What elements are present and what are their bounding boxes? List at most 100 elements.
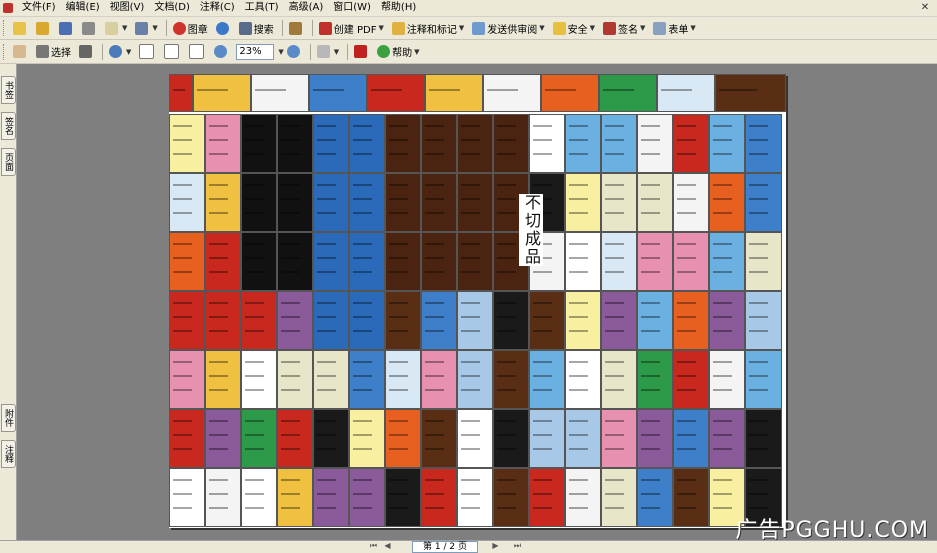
card-text-line — [641, 479, 660, 481]
first-page-icon[interactable]: ⏮ — [368, 541, 379, 551]
zoom-input[interactable]: 23% — [236, 43, 275, 60]
card-text-line — [425, 139, 444, 141]
tab-comments[interactable]: 注释 — [1, 440, 16, 468]
open-recent-button[interactable] — [33, 19, 54, 37]
card-text-line — [173, 479, 192, 481]
actual-size-button[interactable] — [136, 43, 159, 61]
menu-comments[interactable]: 注释(C) — [195, 0, 240, 16]
card-text-line — [209, 243, 228, 245]
card-text-line — [317, 434, 336, 436]
menu-tools[interactable]: 工具(T) — [240, 0, 284, 16]
card-thumbnail — [241, 114, 277, 173]
card-thumbnail — [541, 74, 599, 112]
web-button[interactable] — [213, 19, 234, 37]
zoom-tool-button[interactable]: ▼ — [106, 43, 134, 61]
card-text-line — [461, 184, 480, 186]
previous-page-icon[interactable]: ◀ — [382, 541, 393, 551]
card-thumbnail — [385, 409, 421, 468]
close-icon[interactable]: ✕ — [919, 2, 931, 13]
card-thumbnail — [565, 173, 601, 232]
tab-bookmarks[interactable]: 书签 — [1, 76, 16, 104]
organizer-button[interactable] — [286, 19, 307, 37]
card-thumbnail — [601, 232, 637, 291]
tab-pages[interactable]: 页面 — [1, 148, 16, 176]
review-button[interactable]: 发送供审阅 ▼ — [469, 19, 547, 37]
menu-edit[interactable]: 编辑(E) — [61, 0, 105, 16]
zoom-in-button[interactable] — [284, 43, 305, 61]
card-thumbnail — [277, 232, 313, 291]
card-text-line — [749, 330, 769, 332]
card-text-line — [197, 89, 228, 91]
card-text-line — [569, 139, 588, 141]
attach-button[interactable]: ▼ — [132, 19, 160, 37]
sign-button[interactable]: 签名 ▼ — [600, 19, 648, 37]
hand-tool-button[interactable] — [10, 43, 31, 61]
card-text-line — [533, 389, 552, 391]
card-text-line — [677, 448, 696, 450]
card-text-line — [209, 125, 228, 127]
card-text-line — [317, 153, 336, 155]
menu-document[interactable]: 文档(D) — [149, 0, 195, 16]
email-button[interactable]: ▼ — [102, 19, 130, 37]
card-text-line — [281, 198, 300, 200]
tab-attachments[interactable]: 附件 — [1, 404, 16, 432]
card-thumbnail — [313, 291, 349, 350]
card-text-line — [209, 507, 228, 509]
comment-button[interactable]: 注释和标记 ▼ — [389, 19, 467, 37]
security-button[interactable]: 安全 ▼ — [550, 19, 598, 37]
card-text-line — [713, 212, 732, 214]
menu-window[interactable]: 窗口(W) — [328, 0, 376, 16]
select-tool-button[interactable]: 选择 — [33, 43, 74, 61]
toolbar-separator — [309, 43, 311, 60]
document-viewport[interactable]: 不切成品 — [17, 64, 937, 540]
create-pdf-button[interactable]: 创建 PDF ▼ — [316, 19, 387, 37]
print-button[interactable] — [79, 19, 100, 37]
card-thumbnail — [709, 350, 745, 409]
next-page-icon[interactable]: ▶ — [490, 541, 501, 551]
card-text-line — [677, 243, 696, 245]
card-thumbnail — [637, 468, 673, 527]
card-thumbnail — [385, 291, 421, 350]
card-text-line — [677, 271, 696, 273]
yahoo-button[interactable] — [351, 43, 372, 61]
card-text-line — [425, 316, 444, 318]
menu-view[interactable]: 视图(V) — [105, 0, 150, 16]
card-text-line — [245, 448, 264, 450]
card-text-line — [245, 153, 264, 155]
toolbar-grip[interactable] — [3, 43, 7, 60]
card-text-line — [533, 479, 552, 481]
fit-page-button[interactable] — [161, 43, 184, 61]
menu-file[interactable]: 文件(F) — [17, 0, 61, 16]
card-text-line — [425, 198, 444, 200]
card-text-line — [389, 420, 408, 422]
forms-button[interactable]: 表单 ▼ — [650, 19, 698, 37]
snapshot-button[interactable] — [76, 43, 97, 61]
last-page-icon[interactable]: ⏭ — [512, 541, 523, 551]
picture-button[interactable]: 图章 — [170, 19, 211, 37]
card-text-line — [173, 389, 192, 391]
tab-signatures[interactable]: 签名 — [1, 112, 16, 140]
card-text-line — [461, 198, 480, 200]
rotate-button[interactable]: ▼ — [314, 43, 342, 61]
card-text-line — [497, 507, 516, 509]
help-button[interactable]: 帮助 ▼ — [374, 43, 422, 61]
card-text-line — [569, 257, 588, 259]
open-button[interactable] — [10, 19, 31, 37]
card-thumbnail — [385, 114, 421, 173]
card-thumbnail — [169, 232, 205, 291]
fit-width-button[interactable] — [186, 43, 209, 61]
toolbar-grip[interactable] — [3, 20, 7, 36]
card-text-line — [353, 125, 372, 127]
menu-help[interactable]: 帮助(H) — [376, 0, 421, 16]
card-text-line — [545, 89, 576, 91]
card-text-line — [605, 361, 624, 363]
card-text-line — [641, 493, 660, 495]
zoom-out-button[interactable] — [211, 43, 232, 61]
card-text-line — [425, 257, 444, 259]
card-text-line — [497, 375, 516, 377]
search-button[interactable]: 搜索 — [236, 19, 277, 37]
rotate-icon — [316, 45, 330, 58]
save-button[interactable] — [56, 19, 77, 37]
page-indicator[interactable]: 第 1 / 2 页 — [412, 541, 478, 553]
menu-advanced[interactable]: 高级(A) — [284, 0, 329, 16]
